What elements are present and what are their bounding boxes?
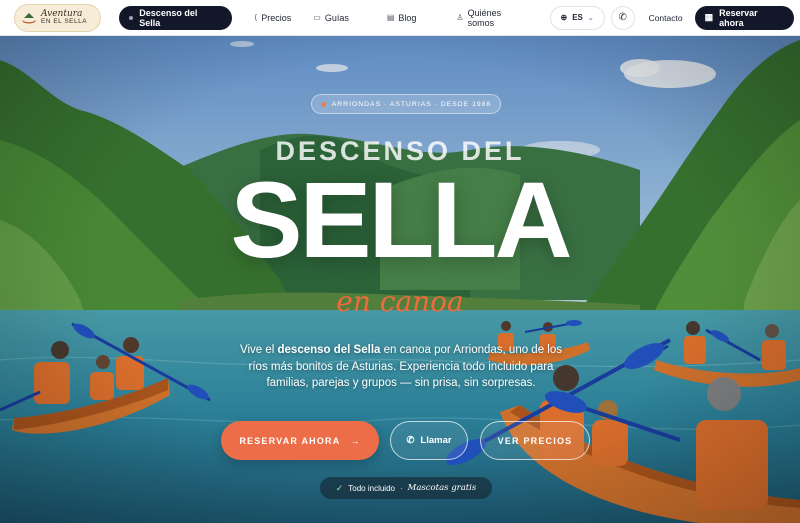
hero-reserve-label: RESERVAR AHORA	[239, 435, 341, 446]
desc-prefix: Vive el	[239, 344, 275, 356]
logo-line2: EN EL SELLA	[41, 17, 88, 25]
nav-item-quienes-somos-label: Quiénes somos	[467, 7, 502, 28]
nav-item-quienes-somos[interactable]: ♙ Quiénes somos	[456, 8, 529, 28]
reserve-now-button[interactable]: ▦ Reservar ahora	[694, 5, 794, 30]
top-navbar: Aventura EN EL SELLA Descenso del Sella …	[0, 0, 800, 36]
location-badge: ARRIONDAS · ASTURIAS · DESDE 1988	[311, 94, 501, 114]
phone-icon: ✆	[618, 12, 627, 23]
hero-reserve-button[interactable]: RESERVAR AHORA →	[221, 421, 379, 460]
language-selector[interactable]: ⊕ ES ⌄	[549, 5, 605, 30]
hero-call-button[interactable]: ✆ Llamar	[390, 421, 468, 460]
chevron-down-icon: ⌄	[587, 14, 594, 22]
check-icon: ✓	[335, 482, 344, 493]
reserve-now-label: Reservar ahora	[719, 7, 758, 28]
hero-prices-label: VER PRECIOS	[497, 435, 573, 446]
calendar-icon: ▦	[704, 12, 714, 22]
nav-item-contacto[interactable]: Contacto	[649, 13, 683, 23]
nav-item-blog[interactable]: ▤ Blog	[387, 13, 417, 23]
phone-button[interactable]: ✆	[610, 5, 635, 30]
badge-text: ARRIONDAS · ASTURIAS · DESDE 1988	[331, 100, 492, 108]
user-icon: ♙	[456, 13, 464, 22]
logo-line1: Aventura	[41, 8, 83, 19]
chip-separator: ·	[399, 483, 403, 493]
nav-item-precios-label: Precios	[261, 12, 292, 23]
arrow-right-icon: →	[350, 435, 361, 446]
globe-icon: ⊕	[560, 13, 568, 22]
canoe-logo-icon	[22, 12, 36, 23]
active-dot-icon	[129, 15, 134, 20]
nav-item-guias[interactable]: ▭ Guías	[313, 13, 349, 23]
book-icon: ▭	[313, 13, 321, 22]
nav-item-guias-label: Guías	[324, 12, 349, 23]
chip-italic: Mascotas gratis	[407, 483, 477, 493]
hero-prices-button[interactable]: VER PRECIOS	[480, 421, 590, 460]
site-logo[interactable]: Aventura EN EL SELLA	[14, 3, 102, 32]
hero-call-label: Llamar	[420, 435, 452, 446]
document-icon: ▤	[386, 13, 395, 22]
badge-dot-icon	[320, 101, 326, 107]
nav-item-descenso[interactable]: Descenso del Sella	[119, 5, 233, 30]
tag-icon: ⟨	[254, 13, 258, 22]
nav-item-blog-label: Blog	[398, 12, 417, 23]
phone-icon: ✆	[406, 435, 415, 446]
hero-title: SELLA	[230, 159, 572, 280]
hero-script-subtitle: en canoa	[336, 285, 464, 318]
hero-description: Vive el descenso del Sella en canoa por …	[236, 342, 566, 392]
desc-bold: descenso del Sella	[277, 344, 381, 356]
chip-text: Todo incluido	[348, 483, 395, 493]
nav-item-precios[interactable]: ⟨ Precios	[254, 13, 291, 23]
features-chip: ✓ Todo incluido · Mascotas gratis	[320, 477, 492, 499]
nav-item-descenso-label: Descenso del Sella	[139, 7, 198, 28]
language-code: ES	[572, 13, 583, 22]
